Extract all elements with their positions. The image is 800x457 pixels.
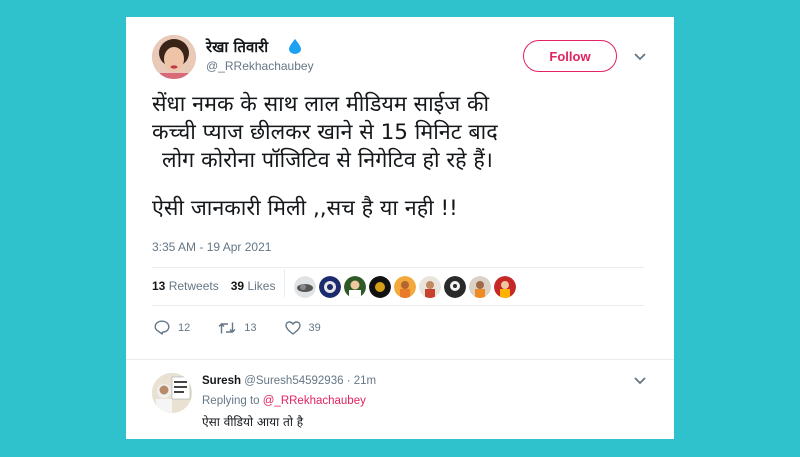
divider xyxy=(152,267,644,268)
liker-avatar[interactable] xyxy=(294,276,316,298)
likes-label: Likes xyxy=(247,279,276,293)
tweet-text-line: लोग कोरोना पॉजिटिव से निगेटिव हो रहे हैं… xyxy=(162,148,493,173)
divider xyxy=(126,359,674,360)
liker-avatar[interactable] xyxy=(444,276,466,298)
replying-to: Replying to @_RRekhachaubey xyxy=(202,395,366,407)
reply-count: 12 xyxy=(178,321,191,334)
chevron-down-icon[interactable] xyxy=(634,377,646,385)
liker-avatar[interactable] xyxy=(344,276,366,298)
like-count: 39 xyxy=(308,321,321,334)
author-name[interactable]: रेखा तिवारी xyxy=(206,37,268,57)
author-avatar[interactable] xyxy=(152,35,196,79)
retweets-label: Retweets xyxy=(168,279,219,293)
reply-icon xyxy=(154,320,170,335)
replying-to-link[interactable]: @_RRekhachaubey xyxy=(263,395,366,407)
follow-button[interactable]: Follow xyxy=(523,40,617,72)
author-handle[interactable]: @_RRekhachaubey xyxy=(206,59,314,73)
tweet-text: सेंधा नमक के साथ लाल मीडियम साईज की कच्च… xyxy=(152,91,632,223)
liker-avatar[interactable] xyxy=(419,276,441,298)
tweet-text-line: कच्ची प्याज छीलकर खाने से 15 मिनिट बाद xyxy=(152,120,498,145)
chevron-down-icon[interactable] xyxy=(634,53,646,61)
divider xyxy=(152,305,644,306)
reply-author-name[interactable]: Suresh xyxy=(202,375,241,387)
retweets-stat[interactable]: 13 Retweets xyxy=(152,279,219,293)
liker-avatar[interactable] xyxy=(369,276,391,298)
stats-divider xyxy=(284,269,285,297)
liker-avatar[interactable] xyxy=(494,276,516,298)
retweet-button[interactable]: 13 xyxy=(218,321,257,335)
like-button[interactable]: 39 xyxy=(284,320,321,335)
reply-author-avatar[interactable] xyxy=(152,373,192,413)
reply-text: ऐसा वीडियो आया तो है xyxy=(202,415,304,429)
retweets-count: 13 xyxy=(152,279,166,293)
tweet-timestamp[interactable]: 3:35 AM - 19 Apr 2021 xyxy=(152,240,271,254)
reply-time[interactable]: · 21m xyxy=(347,375,376,387)
reply-author-handle[interactable]: @Suresh54592936 xyxy=(244,375,343,387)
engagement-stats: 13 Retweets 39 Likes xyxy=(152,279,275,293)
water-drop-icon xyxy=(289,39,301,54)
retweet-icon xyxy=(218,322,236,333)
reply-header: Suresh @Suresh54592936 · 21m xyxy=(202,375,376,387)
heart-icon xyxy=(284,320,301,335)
likes-count: 39 xyxy=(230,279,245,293)
tweet-actions: 12 13 39 xyxy=(154,320,349,335)
reply-button[interactable]: 12 xyxy=(154,320,190,335)
tweet-text-spacer xyxy=(152,175,632,195)
tweet-text-line: सेंधा नमक के साथ लाल मीडियम साईज की xyxy=(152,92,490,117)
liker-avatar[interactable] xyxy=(469,276,491,298)
tweet-text-line: ऐसी जानकारी मिली ,,सच है या नही !! xyxy=(152,196,458,221)
tweet-card: रेखा तिवारी @_RRekhachaubey Follow सेंधा… xyxy=(126,17,674,439)
likers-avatars xyxy=(294,276,516,298)
retweet-count: 13 xyxy=(244,321,257,334)
liker-avatar[interactable] xyxy=(394,276,416,298)
replying-prefix: Replying to xyxy=(202,395,260,407)
likes-stat[interactable]: 39 Likes xyxy=(231,279,276,293)
liker-avatar[interactable] xyxy=(319,276,341,298)
